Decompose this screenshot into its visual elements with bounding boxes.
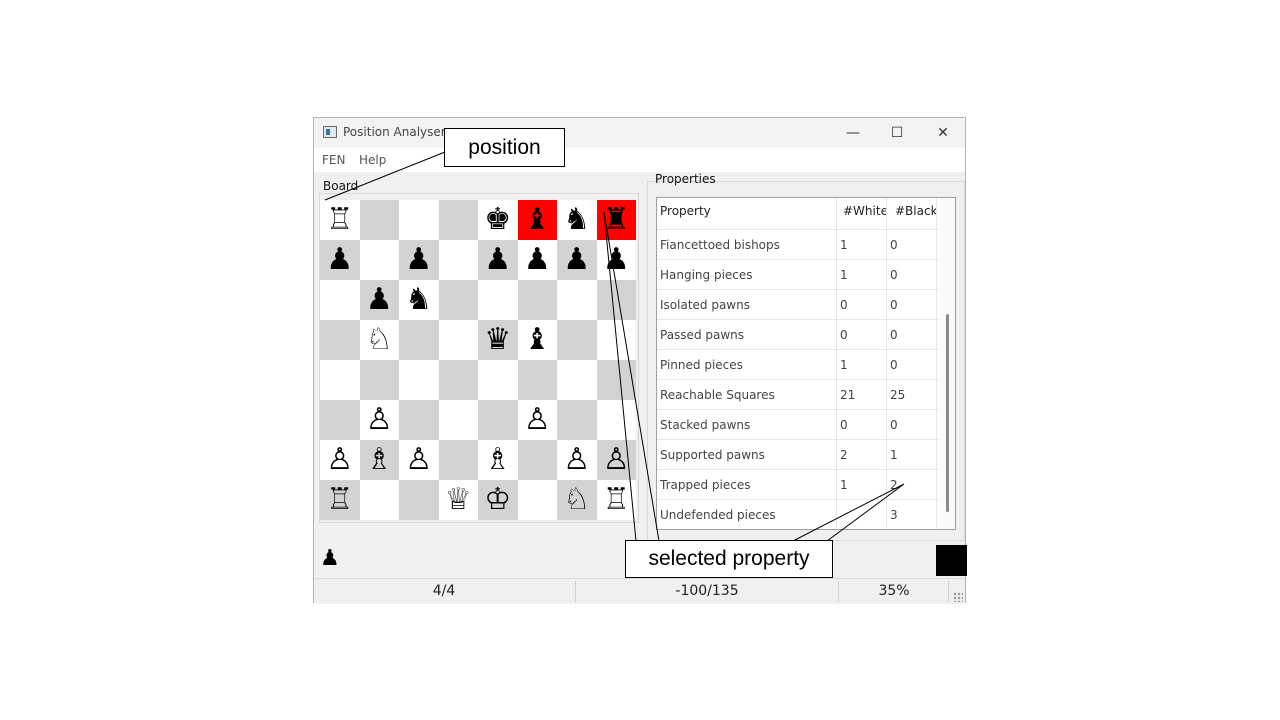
selected-property-pointer-left <box>603 211 660 542</box>
callout-pointers <box>324 151 905 542</box>
selected-property-callout: selected property <box>625 540 833 578</box>
position-callout: position <box>444 128 565 167</box>
position-pointer-line <box>324 151 446 201</box>
selected-property-pointer-right <box>792 483 905 542</box>
